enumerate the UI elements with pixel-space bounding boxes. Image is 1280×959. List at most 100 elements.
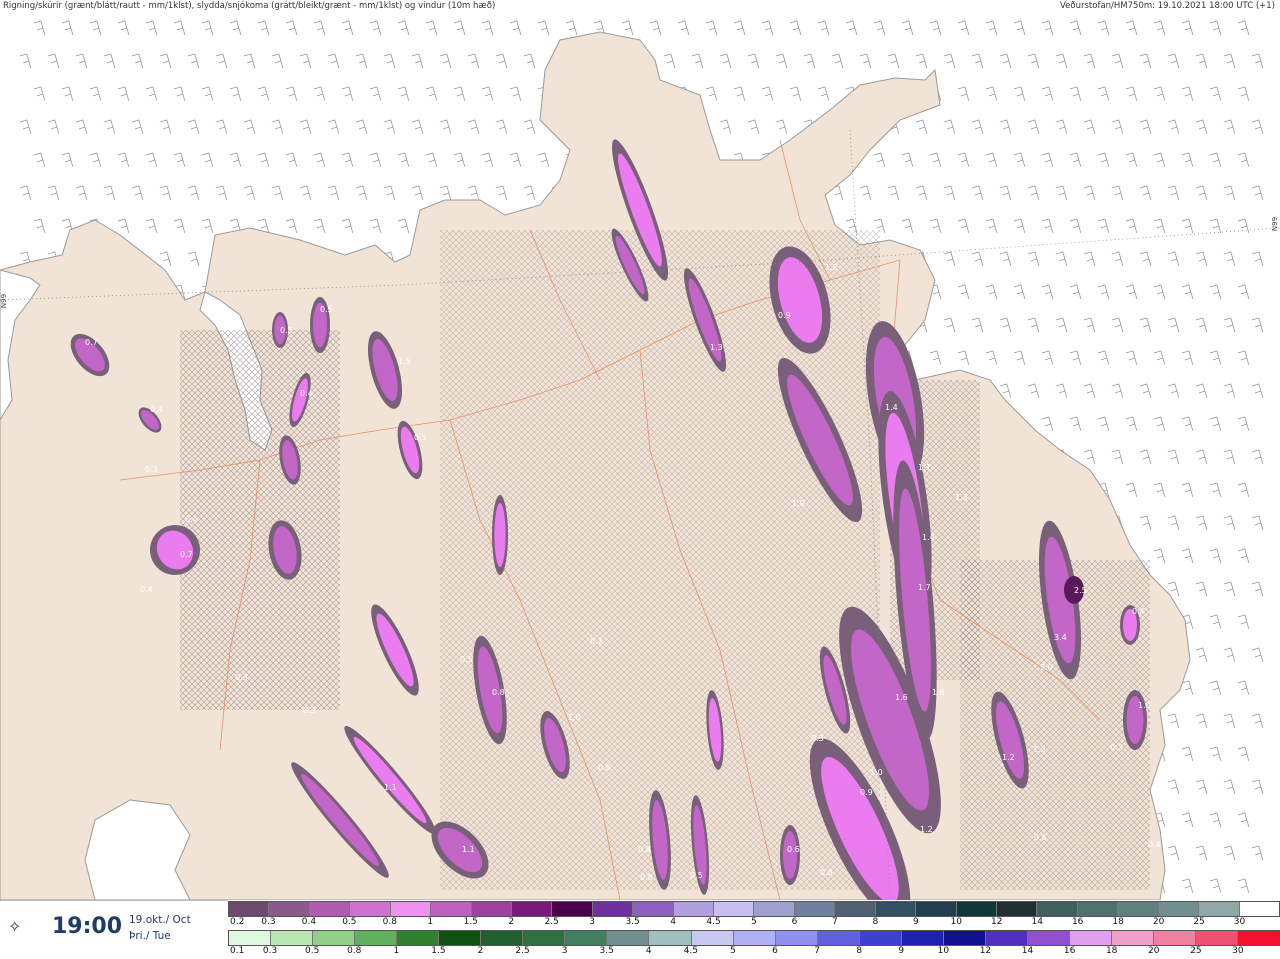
map-source: Veðurstofan/HM750m: 19.10.2021 18:00 UTC… (1060, 1, 1275, 11)
snow-color-scale: 0.2 0.3 0.4 0.5 0.8 1 1.5 2 2.5 3 3.5 4 4.5 5 6 7 8 9 10 12… (228, 900, 1280, 929)
precip-value-label: 1.2 (1002, 753, 1015, 762)
precip-value-label: 0.3 (235, 673, 248, 682)
snow-scale-swatch (754, 902, 795, 916)
precip-value-label: 1.3 (710, 343, 723, 352)
precip-value-label: 0.5 (460, 655, 473, 664)
rain-scale-label: 5 (730, 946, 736, 956)
precip-value-label: 1.0 (1138, 701, 1151, 710)
precip-value-label: 0.4 (1148, 840, 1161, 849)
precip-value-label: 0.3 (1110, 743, 1123, 752)
snow-scale-swatch (1199, 902, 1240, 916)
snow-scale-swatch (714, 902, 755, 916)
rain-scale-swatch (439, 931, 482, 945)
rain-scale-label: 12 (979, 946, 992, 956)
precip-value-label: 0.9 (778, 311, 791, 320)
rain-scale-swatch (943, 931, 986, 945)
precip-value-label: 0.5 (320, 305, 333, 314)
snow-scale-label: 5 (751, 917, 757, 927)
precip-value-label: 0.8 (820, 868, 833, 877)
rain-scale-label: 2.5 (515, 946, 530, 956)
map-title: Rigning/skúrir (grænt/blátt/rautt - mm/1… (3, 1, 496, 11)
rain-scale-swatch (229, 931, 272, 945)
precip-value-label: 1.0 (568, 713, 581, 722)
precip-value-label: 1.4 (922, 533, 935, 542)
rain-scale-label: 4 (645, 946, 652, 956)
snow-scale-swatch (431, 902, 472, 916)
precip-value-label: 1.3 (1033, 745, 1046, 754)
precip-value-label: 0.3 (811, 734, 824, 743)
snow-scale-label: 0.2 (230, 917, 245, 927)
rain-color-bar (228, 930, 1280, 946)
snow-scale-label: 0.5 (342, 917, 357, 927)
grid-label-right: N99 (1271, 216, 1280, 232)
rain-scale-swatch (1238, 931, 1280, 945)
wind-star-icon: ✧ (8, 917, 22, 936)
rain-scale-label: 20 (1148, 946, 1160, 956)
snow-scale-label: 3.5 (625, 917, 640, 927)
snow-scale-swatch (1077, 902, 1119, 916)
precip-value-label: 1.6 (895, 693, 908, 702)
snow-scale-swatch (1118, 902, 1159, 916)
snow-scale-label: 2 (508, 917, 515, 927)
snow-scale-label: 6 (791, 917, 798, 927)
snow-scale-swatch (471, 902, 512, 916)
snow-scale-swatch (511, 902, 553, 916)
rain-scale-label: 1.5 (431, 946, 446, 956)
rain-scale-swatch (817, 931, 860, 945)
snow-scale-swatch (916, 902, 957, 916)
precip-value-label: 0.7 (180, 550, 193, 559)
precip-value-label: 1.9 (792, 499, 805, 508)
precip-value-label: 0.4 (150, 405, 163, 414)
rain-scale-label: 1 (393, 946, 400, 956)
rain-scale-label: 3.5 (599, 946, 614, 956)
precip-value-label: 1.1 (462, 845, 475, 854)
snow-scale-swatch (390, 902, 432, 916)
precip-value-label: 0.4 (1132, 607, 1145, 616)
forecast-weekday: Þri./ Tue (129, 930, 171, 942)
snow-scale-labels: 0.2 0.3 0.4 0.5 0.8 1 1.5 2 2.5 3 3.5 4 4.5 5 6 7 8 9 10 12… (228, 917, 1280, 929)
snow-scale-label: 8 (872, 917, 879, 927)
snow-scale-label: 20 (1152, 917, 1165, 927)
snow-scale-label: 12 (991, 917, 1003, 927)
snow-scale-label: 18 (1112, 917, 1124, 927)
rain-scale-swatch (1196, 931, 1239, 945)
snow-color-bar (228, 901, 1280, 917)
rain-scale-swatch (523, 931, 566, 945)
precip-value-label: 0.2 (590, 637, 603, 646)
snow-scale-label: 4.5 (706, 917, 721, 927)
snow-scale-label: 2.5 (544, 917, 559, 927)
precip-value-label: 0.5 (690, 871, 703, 880)
precip-value-label: 0.8 (638, 845, 651, 854)
precip-value-label: 0.5 (414, 433, 427, 442)
rain-scale-swatch (1154, 931, 1197, 945)
snow-scale-label: 10 (950, 917, 963, 927)
rain-scale-label: 0.5 (304, 946, 320, 956)
precip-value-label: 1.1 (918, 463, 931, 472)
hatched-area-1 (180, 330, 340, 710)
time-panel: ✧ 19:00 19.okt./ Oct Þri./ Tue (0, 900, 228, 959)
snow-scale-swatch (1037, 902, 1078, 916)
rain-scale-swatch (1027, 931, 1070, 945)
rain-scale-swatch (649, 931, 692, 945)
snow-scale-label: 0.4 (301, 917, 317, 927)
rain-scale-label: 2 (477, 946, 484, 956)
snow-scale-swatch (956, 902, 998, 916)
rain-scale-swatch (1069, 931, 1112, 945)
precip-value-label: 1.2 (825, 263, 838, 272)
rain-scale-swatch (397, 931, 440, 945)
snow-scale-swatch (592, 902, 634, 916)
rain-scale-swatch (859, 931, 902, 945)
rain-scale-label: 9 (898, 946, 905, 956)
snow-scale-label: 16 (1071, 917, 1084, 927)
snow-scale-label: 25 (1193, 917, 1205, 927)
rain-scale-swatch (691, 931, 734, 945)
precip-value-label: 1.1 (384, 783, 397, 792)
snow-scale-label: 1 (427, 917, 434, 927)
snow-scale-label: 30 (1233, 917, 1246, 927)
rain-scale-label: 16 (1063, 946, 1076, 956)
rain-scale-label: 7 (814, 946, 820, 956)
rain-scale-swatch (271, 931, 314, 945)
rain-scale-swatch (901, 931, 944, 945)
rain-scale-swatch (481, 931, 524, 945)
snow-scale-swatch (673, 902, 715, 916)
